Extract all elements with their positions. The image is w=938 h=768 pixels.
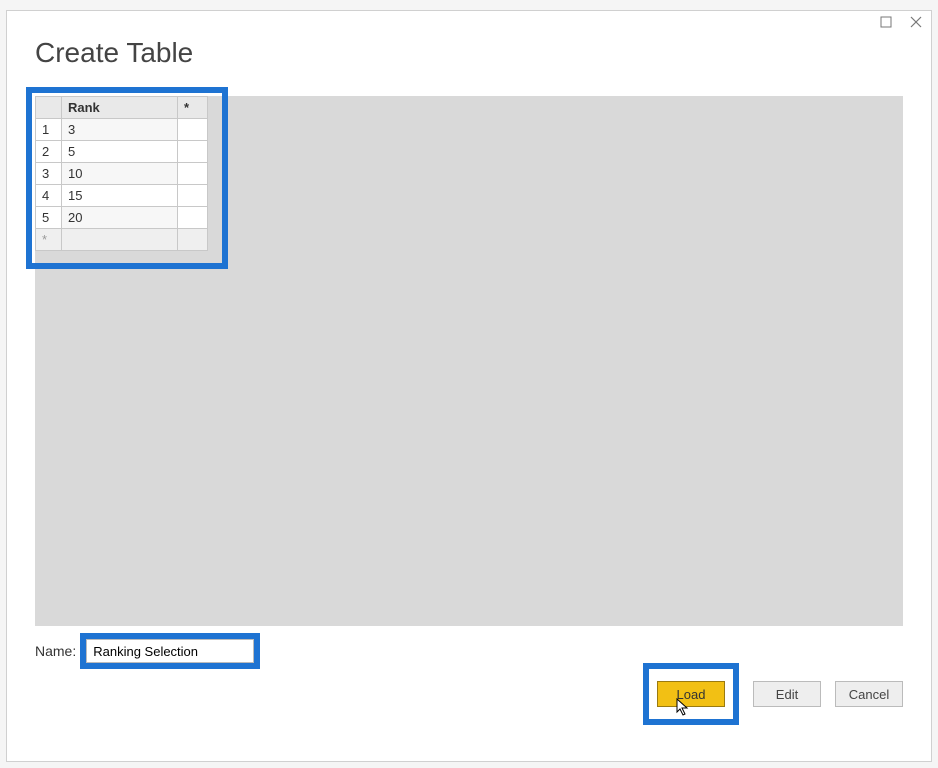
row-number: 1 [36, 119, 62, 141]
cell-rank-empty[interactable] [62, 229, 178, 251]
button-row: Load Edit Cancel [643, 663, 903, 725]
create-table-dialog: Create Table Rank * 1 3 2 5 [6, 10, 932, 762]
cell-rank[interactable]: 5 [62, 141, 178, 163]
window-controls [879, 15, 923, 29]
content-area: Rank * 1 3 2 5 3 10 [35, 96, 903, 626]
cell-rank[interactable]: 10 [62, 163, 178, 185]
table-row[interactable]: 3 10 [36, 163, 208, 185]
new-row-marker: * [36, 229, 62, 251]
load-button[interactable]: Load [657, 681, 725, 707]
row-number: 3 [36, 163, 62, 185]
column-header-add[interactable]: * [178, 97, 208, 119]
cell-extra[interactable] [178, 119, 208, 141]
new-row[interactable]: * [36, 229, 208, 251]
edit-button[interactable]: Edit [753, 681, 821, 707]
name-label: Name: [35, 643, 76, 659]
cell-extra[interactable] [178, 207, 208, 229]
table-row[interactable]: 1 3 [36, 119, 208, 141]
row-number: 2 [36, 141, 62, 163]
table-row[interactable]: 4 15 [36, 185, 208, 207]
row-number-header [36, 97, 62, 119]
close-button[interactable] [909, 15, 923, 29]
header-row: Rank * [36, 97, 208, 119]
maximize-button[interactable] [879, 15, 893, 29]
data-grid[interactable]: Rank * 1 3 2 5 3 10 [35, 96, 208, 251]
name-input-highlight [80, 633, 260, 669]
name-input[interactable] [86, 639, 254, 663]
cell-extra[interactable] [178, 163, 208, 185]
cell-extra[interactable] [178, 141, 208, 163]
table-row[interactable]: 5 20 [36, 207, 208, 229]
cancel-button[interactable]: Cancel [835, 681, 903, 707]
row-number: 4 [36, 185, 62, 207]
row-number: 5 [36, 207, 62, 229]
name-row: Name: [35, 633, 260, 669]
table-row[interactable]: 2 5 [36, 141, 208, 163]
cell-extra[interactable] [178, 185, 208, 207]
column-header-rank[interactable]: Rank [62, 97, 178, 119]
cell-rank[interactable]: 20 [62, 207, 178, 229]
cell-rank[interactable]: 3 [62, 119, 178, 141]
load-button-highlight: Load [643, 663, 739, 725]
cell-extra-empty[interactable] [178, 229, 208, 251]
cell-rank[interactable]: 15 [62, 185, 178, 207]
dialog-title: Create Table [35, 37, 193, 69]
